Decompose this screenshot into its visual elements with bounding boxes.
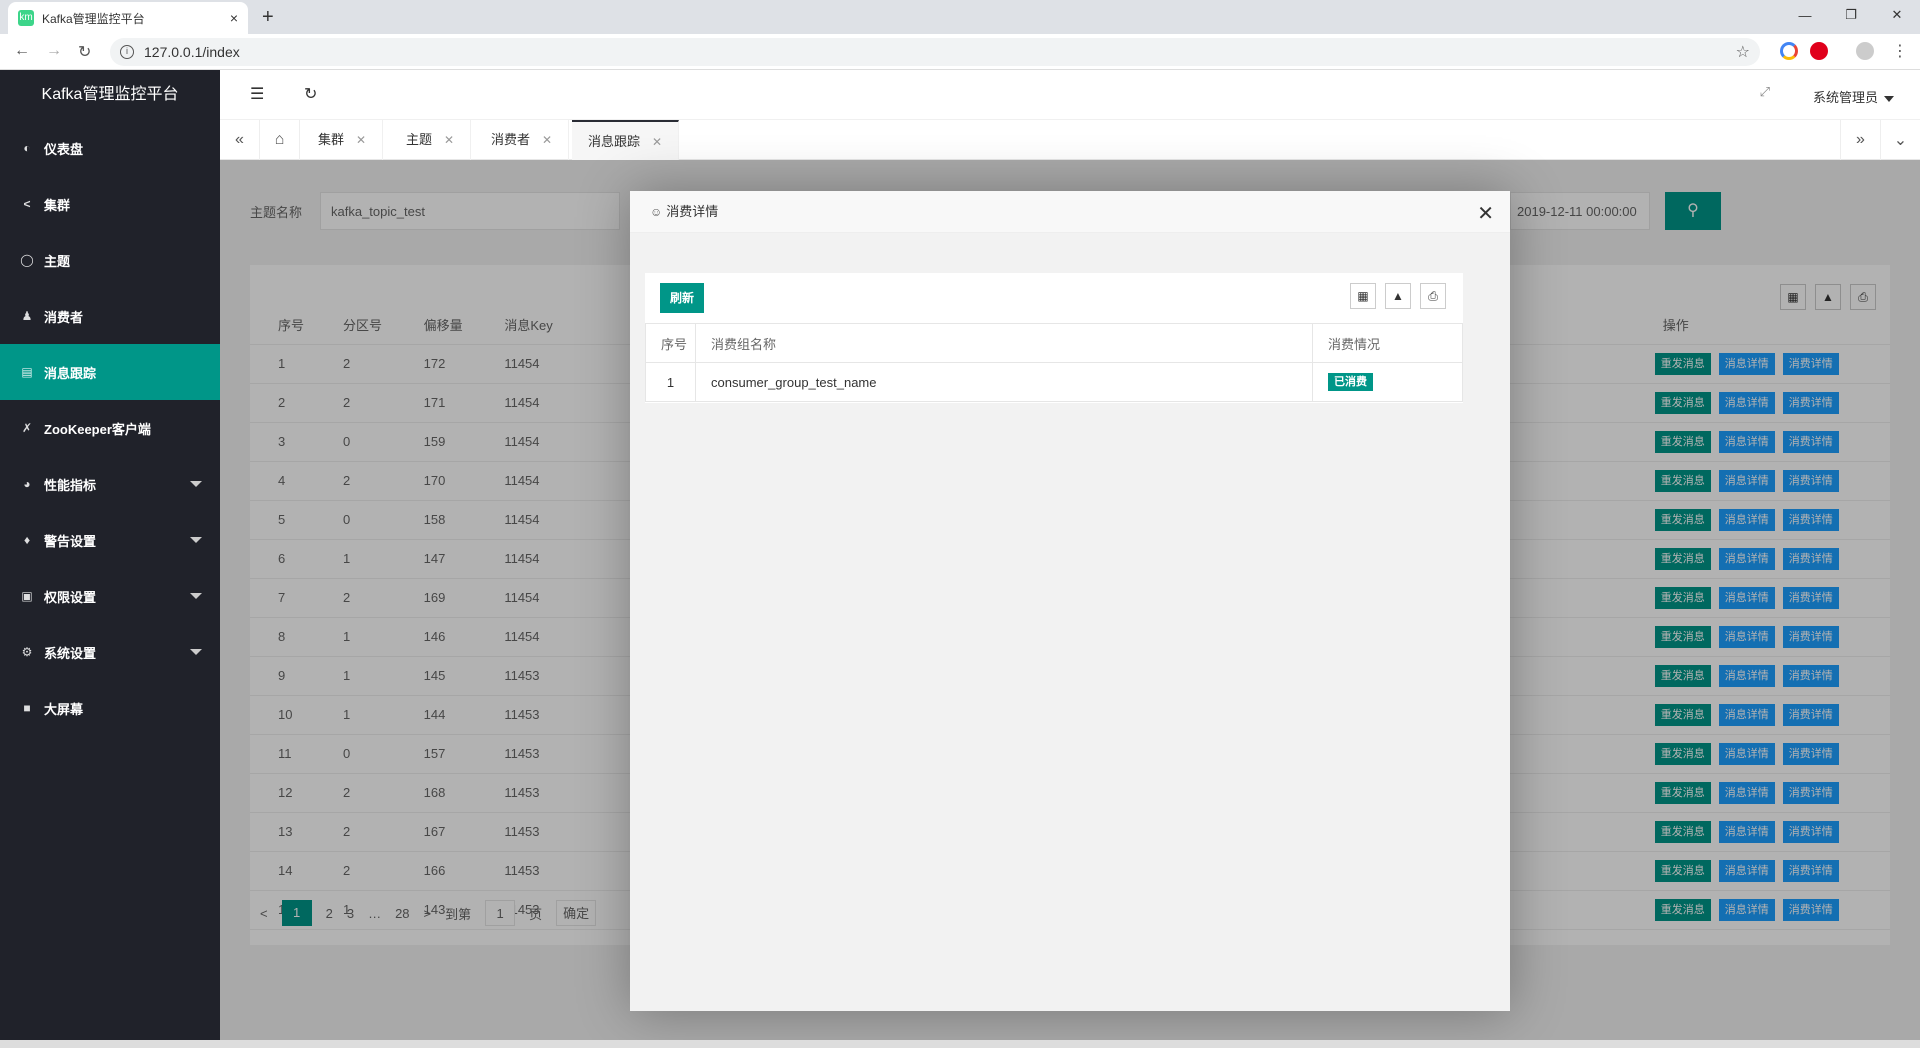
close-icon[interactable]: ✕ [652, 135, 662, 149]
browser-tab-title: Kafka管理监控平台 [42, 11, 145, 26]
tab-consumer[interactable]: 消费者 ✕ [475, 120, 570, 160]
page-tabs-bar: « ⌂ 集群 ✕ 主题 ✕ 消费者 ✕ 消息跟踪 ✕ » ⌄ [220, 120, 1920, 160]
sidebar-item-consumer[interactable]: ♟ 消费者 [0, 288, 220, 344]
refresh-button[interactable]: 刷新 [660, 283, 705, 313]
columns-icon[interactable]: ▦ [1350, 283, 1376, 309]
sidebar-item-dashboard[interactable]: ◐ 仪表盘 [0, 120, 220, 176]
restore-button[interactable]: ❐ [1828, 0, 1874, 30]
favicon-icon: km [18, 10, 34, 26]
consume-detail-modal: ☺ 消费详情 ✕ 刷新 ▦ ▲ ⎙ 序号 消费组名称 消费情况 1 consum… [630, 191, 1510, 1011]
browser-menu-icon[interactable]: ⋮ [1892, 41, 1908, 61]
refresh-page-icon[interactable]: ↻ [304, 84, 317, 104]
chevron-down-icon [190, 593, 202, 599]
chevron-down-icon [190, 537, 202, 543]
home-icon[interactable]: ⌂ [260, 120, 300, 160]
gear-icon: ⚙ [21, 645, 33, 659]
new-tab-button[interactable]: + [262, 6, 274, 29]
close-icon[interactable]: ✕ [444, 133, 454, 147]
users-icon: ♟ [21, 309, 33, 323]
modal-title: 消费详情 [666, 203, 719, 219]
reload-icon[interactable]: ↻ [78, 42, 91, 62]
modal-body: 刷新 ▦ ▲ ⎙ 序号 消费组名称 消费情况 1 consumer_group_… [630, 233, 1510, 1011]
sidebar-item-metrics[interactable]: ◕ 性能指标 [0, 456, 220, 512]
forward-icon[interactable]: → [46, 42, 62, 60]
user-menu[interactable]: 系统管理员 [1813, 87, 1894, 106]
address-bar-row: ← → ↻ i 127.0.0.1/index ☆ ⋮ [0, 34, 1920, 70]
bell-icon: ♦ [23, 533, 31, 547]
tabs-menu-icon[interactable]: ⌄ [1880, 120, 1920, 160]
menu-toggle-icon[interactable]: ☰ [250, 84, 264, 104]
close-icon[interactable]: ✕ [1477, 201, 1494, 226]
user-icon: ☺ [650, 204, 663, 219]
chrome-extension-icon[interactable] [1780, 42, 1798, 60]
app-logo: Kafka管理监控平台 [41, 86, 179, 103]
share-icon: < [23, 197, 31, 211]
sidebar-item-cluster[interactable]: < 集群 [0, 176, 220, 232]
status-bar [0, 1040, 1920, 1048]
row-group-name: consumer_group_test_name [695, 362, 1313, 402]
url-bar[interactable]: i 127.0.0.1/index ☆ [110, 38, 1760, 66]
document-icon: ▤ [21, 365, 33, 379]
url-text: 127.0.0.1/index [144, 44, 240, 60]
row-index: 1 [645, 362, 696, 402]
minimize-button[interactable]: — [1782, 0, 1828, 30]
sidebar-item-zookeeper[interactable]: ✗ ZooKeeper客户端 [0, 400, 220, 456]
col-group-name: 消费组名称 [695, 323, 1313, 363]
profile-avatar[interactable] [1856, 42, 1874, 60]
sidebar-item-permissions[interactable]: ▣ 权限设置 [0, 568, 220, 624]
back-icon[interactable]: ← [14, 42, 30, 60]
opera-extension-icon[interactable] [1810, 42, 1828, 60]
tab-topic[interactable]: 主题 ✕ [390, 120, 472, 160]
tab-message-trace[interactable]: 消息跟踪 ✕ [572, 120, 680, 160]
table-row: 1 consumer_group_test_name 已消费 [645, 362, 1463, 402]
tab-cluster[interactable]: 集群 ✕ [302, 120, 384, 160]
screen-icon: ■ [23, 701, 31, 715]
sidebar-item-alerts[interactable]: ♦ 警告设置 [0, 512, 220, 568]
close-tab-icon[interactable]: × [230, 10, 238, 26]
scroll-right-icon[interactable]: » [1840, 120, 1880, 160]
chevron-down-icon [190, 649, 202, 655]
status-badge: 已消费 [1328, 373, 1373, 391]
col-status: 消费情况 [1312, 323, 1463, 363]
topic-icon: ◯ [20, 253, 34, 267]
tool-icon: ✗ [21, 421, 33, 435]
browser-tab-strip: km Kafka管理监控平台 × + — ❐ ✕ [0, 0, 1920, 34]
info-icon[interactable]: i [120, 45, 134, 59]
window-controls: — ❐ ✕ [1782, 0, 1920, 30]
fullscreen-icon[interactable]: ⤢ [1760, 84, 1770, 100]
gauge-icon: ◕ [23, 477, 31, 491]
chevron-down-icon [190, 481, 202, 487]
sidebar-menu: ◐ 仪表盘 < 集群 ◯ 主题 ♟ 消费者 ▤ 消息跟踪 ✗ ZooKeeper客户端 ◕ 性… [0, 120, 220, 736]
close-icon[interactable]: ✕ [542, 133, 552, 147]
modal-card: 刷新 ▦ ▲ ⎙ 序号 消费组名称 消费情况 1 consumer_group_… [645, 273, 1463, 403]
browser-tab[interactable]: km Kafka管理监控平台 × [8, 2, 248, 34]
sidebar-item-topic[interactable]: ◯ 主题 [0, 232, 220, 288]
close-icon[interactable]: ✕ [356, 133, 366, 147]
col-index: 序号 [645, 323, 696, 363]
top-header: ☰ ↻ ⤢ 系统管理员 [220, 70, 1920, 120]
dashboard-icon: ◐ [23, 141, 31, 155]
export-icon[interactable]: ▲ [1385, 283, 1411, 309]
bookmark-star-icon[interactable]: ☆ [1736, 42, 1750, 62]
close-window-button[interactable]: ✕ [1874, 0, 1920, 30]
sidebar-item-message-trace[interactable]: ▤ 消息跟踪 [0, 344, 220, 400]
sidebar-item-bigscreen[interactable]: ■ 大屏幕 [0, 680, 220, 736]
sidebar-item-settings[interactable]: ⚙ 系统设置 [0, 624, 220, 680]
scroll-left-icon[interactable]: « [220, 120, 260, 160]
consume-table: 序号 消费组名称 消费情况 1 consumer_group_test_name… [645, 323, 1463, 402]
sidebar: Kafka管理监控平台 ◐ 仪表盘 < 集群 ◯ 主题 ♟ 消费者 ▤ 消息跟踪 ✗ Zoo… [0, 70, 220, 1040]
row-status: 已消费 [1312, 362, 1463, 402]
modal-header: ☺ 消费详情 [630, 191, 1510, 233]
lock-icon: ▣ [21, 589, 33, 603]
print-icon[interactable]: ⎙ [1420, 283, 1446, 309]
